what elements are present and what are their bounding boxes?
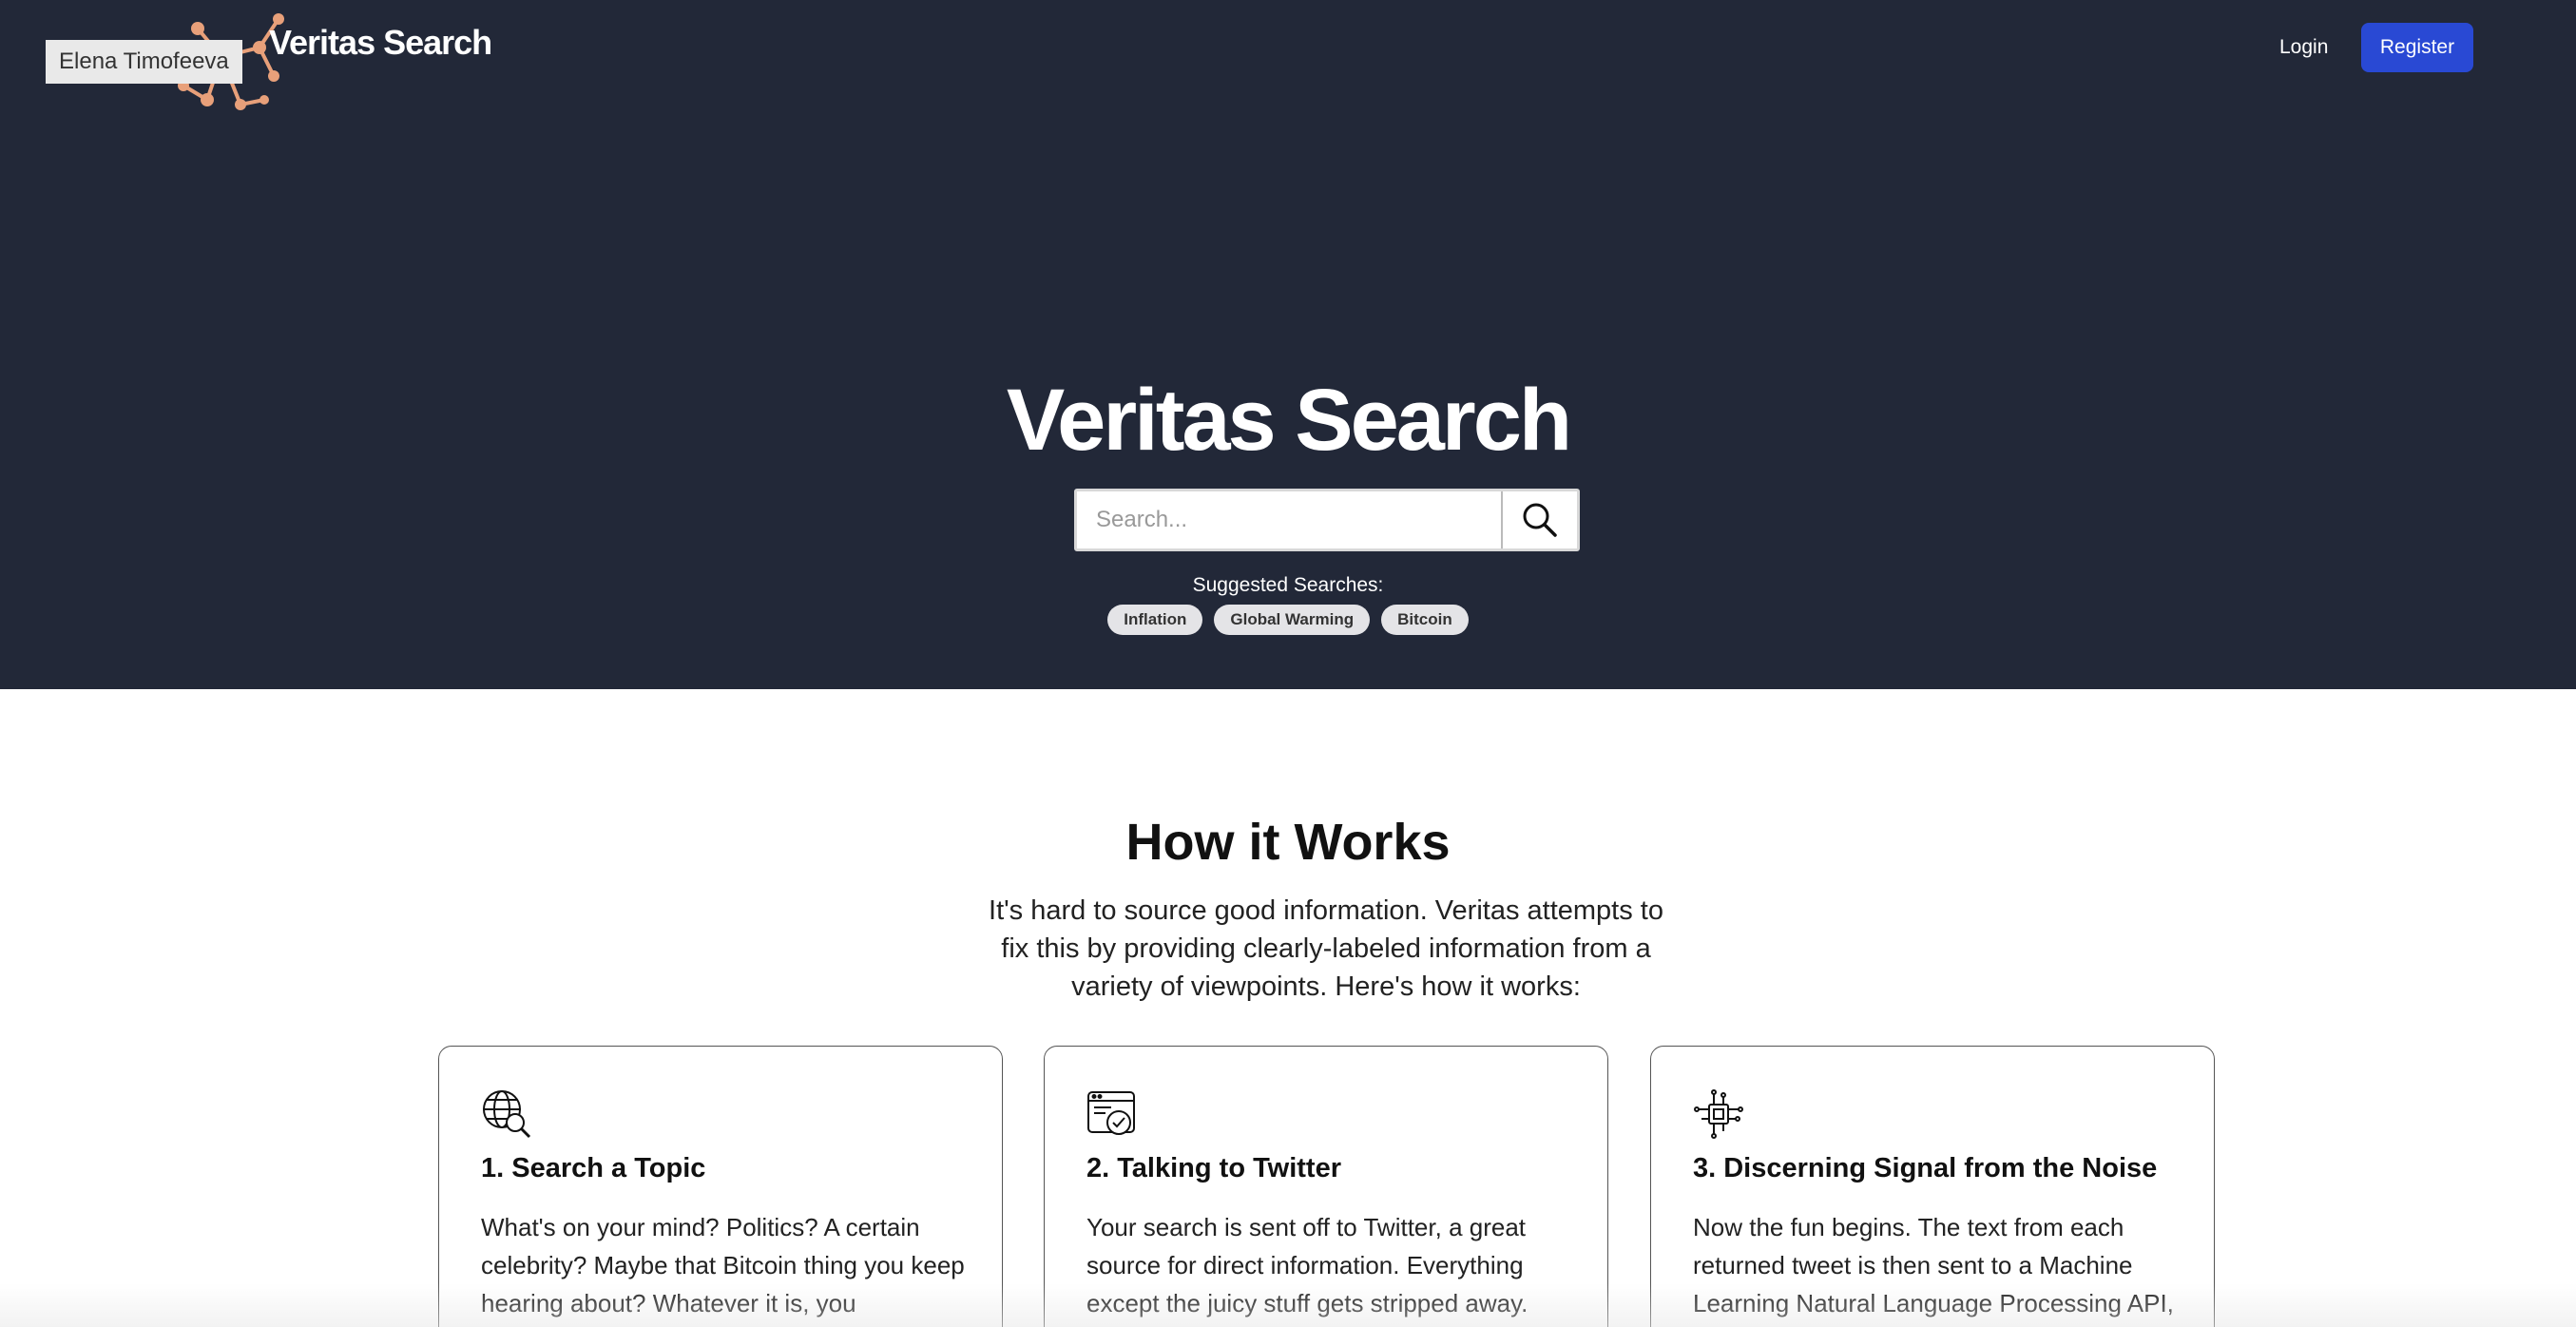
search-bar — [1074, 489, 1580, 551]
step-card-body: What's on your mind? Politics? A certain… — [481, 1213, 965, 1317]
brand-name[interactable]: Veritas Search — [269, 23, 492, 63]
step-card-title: 1. Search a Topic — [481, 1153, 706, 1183]
step-card-body: Your search is sent off to Twitter, a gr… — [1086, 1213, 1528, 1317]
hero-title: Veritas Search — [1006, 372, 1572, 469]
step-card-search: 1. Search a Topic What's on your mind? P… — [438, 1046, 1003, 1327]
how-it-works-title: How it Works — [1125, 814, 1451, 871]
search-submit-button[interactable] — [1503, 491, 1577, 548]
circuit-chip-icon — [1694, 1089, 1743, 1139]
login-button[interactable]: Login — [2272, 27, 2336, 68]
hero-section: Elena Timofeeva Veritas Search Login Reg… — [0, 0, 2576, 689]
suggestion-chip-bitcoin[interactable]: Bitcoin — [1381, 605, 1469, 635]
step-card-twitter: 2. Talking to Twitter Your search is sen… — [1044, 1046, 1608, 1327]
search-input[interactable] — [1077, 491, 1503, 548]
step-card-signal: 3. Discerning Signal from the Noise Now … — [1650, 1046, 2215, 1327]
step-card-title: 2. Talking to Twitter — [1086, 1153, 1341, 1183]
search-icon — [1523, 503, 1557, 537]
step-card-body: Now the fun begins. The text from each r… — [1693, 1213, 2174, 1317]
globe-search-icon — [483, 1090, 531, 1139]
how-it-works-description: It's hard to source good information. Ve… — [989, 895, 1663, 1002]
user-name-tag: Elena Timofeeva — [46, 40, 242, 84]
suggestion-chip-global-warming[interactable]: Global Warming — [1214, 605, 1371, 635]
twitter-browser-icon — [1087, 1091, 1135, 1135]
suggested-searches-label: Suggested Searches: — [1192, 574, 1384, 596]
suggested-searches: Inflation Global Warming Bitcoin — [0, 605, 2576, 635]
step-card-title: 3. Discerning Signal from the Noise — [1693, 1153, 2158, 1183]
register-button[interactable]: Register — [2361, 23, 2473, 72]
suggestion-chip-inflation[interactable]: Inflation — [1107, 605, 1203, 635]
